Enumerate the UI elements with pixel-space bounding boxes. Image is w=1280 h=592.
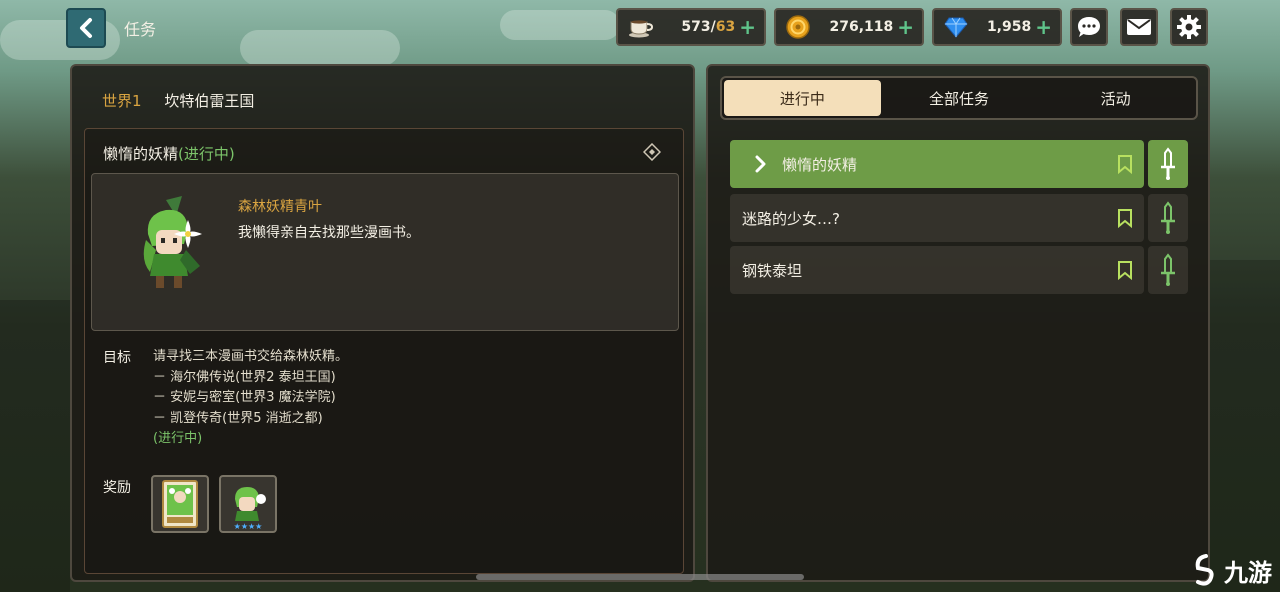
quest-detail-box: 懒惰的妖精(进行中) 森林妖精青叶 我懒得亲自去找那些漫画书。 目标 请寻找三本… [84,128,684,574]
objective-list: 请寻找三本漫画书交给森林妖精。 － 海尔佛传说(世界2 泰坦王国) － 安妮与密… [153,347,348,450]
gem-plus-icon[interactable]: + [1035,17,1052,37]
reward-hero-item[interactable]: ★★★★ [219,475,277,533]
reward-card-item[interactable] [151,475,209,533]
objective-item: － 安妮与密室(世界3 魔法学院) [153,390,336,405]
stamina-current: 573 [681,19,711,35]
quest-status: (进行中) [178,145,235,163]
gear-icon [1177,15,1201,39]
page-title: 任务 [124,20,157,39]
objective-item: － 凯登传奇(世界5 消逝之都) [153,410,323,426]
quest-list-panel: 进行中 全部任务 活动 懒惰的妖精 迷路的少女…? 钢铁泰坦 [706,64,1210,582]
back-button[interactable] [66,8,106,48]
quest-list-item[interactable]: 懒惰的妖精 [730,140,1144,188]
chat-bubble-icon [1078,17,1100,37]
objective-status: (进行中) [153,431,203,446]
quest-list-label: 迷路的少女…? [742,209,840,228]
navigate-diamond-icon[interactable] [643,143,661,161]
gold-coin-icon [786,15,810,39]
sword-icon [1161,201,1175,234]
home-indicator-bar [476,574,804,580]
quest-guide-button[interactable] [1148,194,1188,242]
quest-list-label: 懒惰的妖精 [782,155,858,174]
npc-dialog-box: 森林妖精青叶 我懒得亲自去找那些漫画书。 [91,173,679,331]
coffee-cup-icon [629,20,654,38]
settings-button[interactable] [1170,8,1208,46]
quest-list-label: 钢铁泰坦 [742,261,803,280]
watermark-text: 九游 [1224,559,1272,587]
chat-button[interactable] [1070,8,1108,46]
gem-counter[interactable]: 1,958 + [932,8,1062,46]
objective-main: 请寻找三本漫画书交给森林妖精。 [153,349,349,364]
quest-tabs: 进行中 全部任务 活动 [720,76,1198,120]
sword-icon [1161,147,1175,180]
fairy-hero-icon: ★★★★ [234,487,266,531]
diamond-gem-icon [944,17,968,38]
quest-guide-button[interactable] [1148,140,1188,188]
bookmark-icon[interactable] [1116,208,1134,228]
bg-block [0,300,70,592]
gem-value: 1,958 [986,19,1032,35]
npc-name: 森林妖精青叶 [238,199,322,215]
gold-plus-icon[interactable]: + [897,17,914,37]
world-header: 世界1 坎特伯雷王国 [102,90,254,111]
quest-title-text: 懒惰的妖精 [103,145,179,163]
gold-value: 276,118 [829,19,894,35]
stamina-plus-icon[interactable]: + [739,17,756,37]
quest-guide-button[interactable] [1148,246,1188,294]
tab-all-quests[interactable]: 全部任务 [881,80,1038,116]
forest-fairy-portrait [143,196,202,288]
gold-counter[interactable]: 276,118 + [774,8,924,46]
objective-label: 目标 [103,350,131,366]
tab-in-progress[interactable]: 进行中 [724,80,881,116]
chevron-left-icon [80,18,92,38]
bookmark-icon[interactable] [1116,260,1134,280]
quest-title: 懒惰的妖精(进行中) [103,143,235,164]
bg-cloud [500,10,620,40]
stamina-counter[interactable]: 573/63 + [616,8,766,46]
reward-label: 奖励 [103,480,131,496]
chevron-right-icon [755,155,766,173]
bookmark-icon[interactable] [1116,154,1134,174]
comic-card-icon [162,480,198,528]
bg-block [1210,260,1280,592]
watermark: 九游 [1192,553,1272,588]
stamina-max: 63 [715,19,736,35]
mail-button[interactable] [1120,8,1158,46]
tab-events[interactable]: 活动 [1037,80,1194,116]
npc-dialog-text: 我懒得亲自去找那些漫画书。 [238,225,420,241]
watermark-logo-icon [1195,553,1214,586]
kingdom-name: 坎特伯雷王国 [164,92,255,110]
quest-list-item[interactable]: 钢铁泰坦 [730,246,1144,294]
mail-envelope-icon [1127,19,1151,35]
quest-detail-panel: 世界1 坎特伯雷王国 懒惰的妖精(进行中) 森林妖精青叶 我懒得亲自去找那些漫画… [70,64,695,582]
quest-list-item[interactable]: 迷路的少女…? [730,194,1144,242]
svg-text:★★★★: ★★★★ [234,522,263,531]
bg-cloud [240,30,400,66]
objective-item: － 海尔佛传说(世界2 泰坦王国) [153,369,336,385]
sword-icon [1161,253,1175,286]
world-number: 世界1 [102,92,142,110]
